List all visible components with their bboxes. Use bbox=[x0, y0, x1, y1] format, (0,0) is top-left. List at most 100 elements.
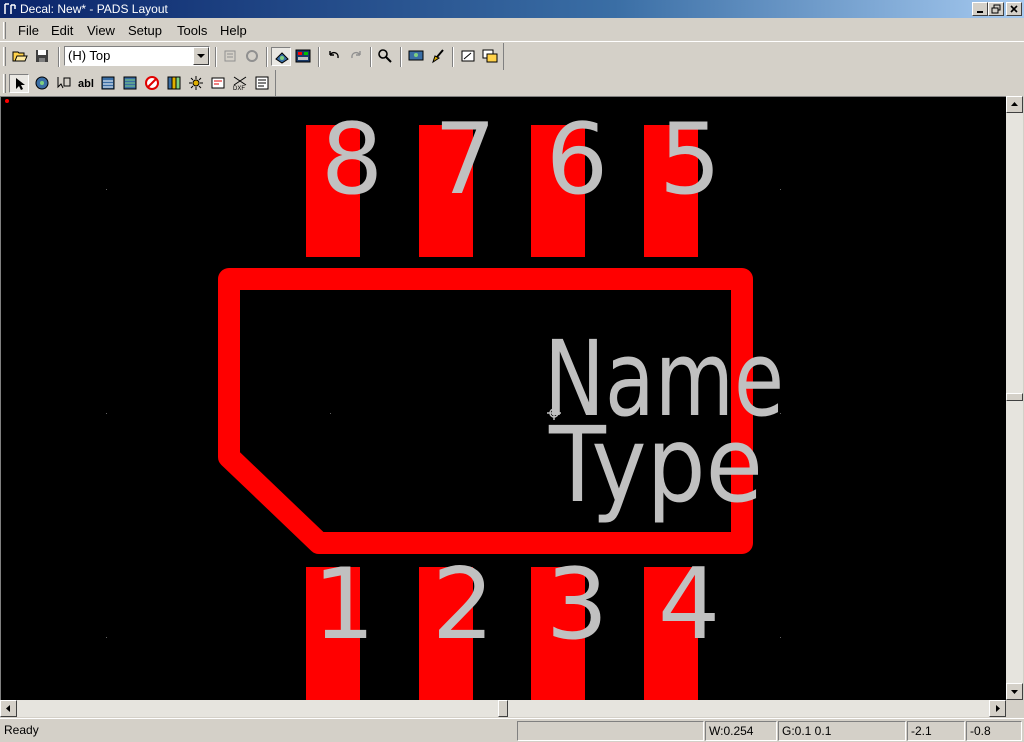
status-message: Ready bbox=[4, 723, 39, 737]
pin-number-8: 8 bbox=[321, 103, 383, 217]
pads-app-icon bbox=[4, 3, 16, 14]
scroll-down-button[interactable] bbox=[1006, 683, 1023, 700]
scroll-left-button[interactable] bbox=[0, 700, 17, 717]
scroll-left-icon bbox=[6, 705, 10, 712]
pin-number-2: 2 bbox=[432, 548, 494, 662]
open-icon bbox=[12, 51, 28, 62]
undo-button[interactable] bbox=[324, 47, 344, 66]
toggle-fill-button[interactable] bbox=[271, 47, 291, 66]
select-button[interactable] bbox=[9, 74, 29, 93]
window-title: Decal: New* - PADS Layout bbox=[20, 2, 168, 16]
title-bar: Decal: New* - PADS Layout bbox=[0, 0, 1024, 18]
pin-number-4: 4 bbox=[658, 548, 720, 662]
scroll-right-icon bbox=[996, 705, 1000, 712]
restore-icon bbox=[991, 4, 1001, 14]
layer-select[interactable]: (H) Top bbox=[64, 46, 210, 66]
display-colors-button[interactable] bbox=[293, 47, 313, 66]
status-pane-blank bbox=[517, 721, 704, 741]
menu-grip bbox=[3, 22, 6, 39]
svg-text:DXF: DXF bbox=[233, 86, 245, 91]
toggle-fill-icon bbox=[275, 52, 289, 64]
decal-drawing: 8 7 6 5 1 2 3 4 Name Type bbox=[5, 99, 784, 700]
properties-list-icon bbox=[255, 76, 269, 90]
wizard-button[interactable] bbox=[32, 74, 52, 93]
library-button[interactable] bbox=[164, 74, 184, 93]
pin-number-7: 7 bbox=[434, 103, 496, 217]
pad-stacks-button[interactable] bbox=[186, 74, 206, 93]
window-icon bbox=[482, 49, 498, 63]
drafting-toolbar: abl DXF bbox=[0, 70, 276, 97]
status-bar: Ready W:0.254 G:0.1 0.1 -2.1 -0.8 bbox=[0, 718, 1024, 742]
vertical-scroll-thumb[interactable] bbox=[1006, 393, 1023, 401]
pin-number-5: 5 bbox=[659, 103, 721, 217]
status-y-coordinate: -0.8 bbox=[966, 721, 1022, 741]
properties-list-button[interactable] bbox=[252, 74, 272, 93]
library-icon bbox=[167, 76, 181, 90]
text-button[interactable]: abl bbox=[76, 74, 96, 93]
properties-button[interactable] bbox=[220, 47, 240, 66]
attribute-icon bbox=[211, 77, 225, 89]
redo-button[interactable] bbox=[346, 47, 366, 66]
properties-icon bbox=[224, 50, 236, 62]
copper-cutout-button[interactable] bbox=[120, 74, 140, 93]
close-button[interactable] bbox=[1006, 2, 1022, 16]
undo-icon bbox=[329, 51, 339, 59]
pad-stacks-icon bbox=[189, 76, 203, 90]
keepout-icon bbox=[145, 76, 159, 90]
keepout-button[interactable] bbox=[142, 74, 162, 93]
menu-help[interactable]: Help bbox=[220, 22, 247, 39]
save-button[interactable] bbox=[32, 47, 52, 66]
standard-toolbar: (H) Top bbox=[0, 43, 504, 70]
cleanup-button[interactable] bbox=[428, 47, 448, 66]
menu-file[interactable]: File bbox=[18, 22, 39, 39]
layer-select-value: (H) Top bbox=[68, 48, 111, 63]
copper-button[interactable] bbox=[98, 74, 118, 93]
copper-icon bbox=[101, 76, 115, 90]
vertical-scrollbar[interactable] bbox=[1006, 96, 1023, 700]
origin-marker bbox=[5, 99, 9, 103]
redo-icon bbox=[351, 51, 361, 59]
zoom-icon bbox=[378, 49, 392, 63]
text-icon: abl bbox=[78, 78, 94, 90]
menu-view[interactable]: View bbox=[87, 22, 115, 39]
pin-number-1: 1 bbox=[313, 548, 375, 662]
capture-button[interactable] bbox=[458, 47, 478, 66]
redraw-button[interactable] bbox=[242, 47, 262, 66]
terminal-icon bbox=[57, 77, 71, 89]
minimize-button[interactable] bbox=[972, 2, 988, 16]
terminal-button[interactable] bbox=[54, 74, 74, 93]
capture-icon bbox=[461, 50, 475, 62]
horizontal-scroll-thumb[interactable] bbox=[498, 700, 508, 717]
menu-bar: File Edit View Setup Tools Help bbox=[0, 19, 1024, 42]
status-x-coordinate: -2.1 bbox=[907, 721, 965, 741]
chevron-down-icon bbox=[197, 54, 205, 58]
status-width: W:0.254 bbox=[705, 721, 777, 741]
attribute-button[interactable] bbox=[208, 74, 228, 93]
dxf-import-button[interactable]: DXF bbox=[230, 74, 250, 93]
part-type-label[interactable]: Type bbox=[548, 404, 763, 526]
minimize-icon bbox=[977, 11, 983, 13]
scrollbar-corner bbox=[1006, 700, 1023, 717]
window-button[interactable] bbox=[480, 47, 500, 66]
design-canvas[interactable]: 8 7 6 5 1 2 3 4 Name Type bbox=[0, 96, 1006, 700]
horizontal-scrollbar[interactable] bbox=[0, 700, 1006, 717]
scroll-right-button[interactable] bbox=[989, 700, 1006, 717]
layer-select-arrow[interactable] bbox=[193, 47, 209, 65]
display-colors-icon bbox=[295, 49, 311, 63]
view-button[interactable] bbox=[406, 47, 426, 66]
pin-number-3: 3 bbox=[546, 548, 608, 662]
cleanup-icon bbox=[432, 49, 444, 64]
menu-setup[interactable]: Setup bbox=[128, 22, 162, 39]
toolbar-grip bbox=[3, 47, 6, 66]
menu-tools[interactable]: Tools bbox=[177, 22, 207, 39]
menu-edit[interactable]: Edit bbox=[51, 22, 73, 39]
save-icon bbox=[36, 50, 48, 62]
zoom-button[interactable] bbox=[375, 47, 395, 66]
scroll-up-icon bbox=[1011, 102, 1018, 106]
scroll-up-button[interactable] bbox=[1006, 96, 1023, 113]
copper-cutout-icon bbox=[123, 76, 137, 90]
open-button[interactable] bbox=[10, 47, 30, 66]
select-icon bbox=[16, 78, 25, 90]
restore-button[interactable] bbox=[988, 2, 1004, 16]
toolbar-grip bbox=[3, 74, 6, 93]
